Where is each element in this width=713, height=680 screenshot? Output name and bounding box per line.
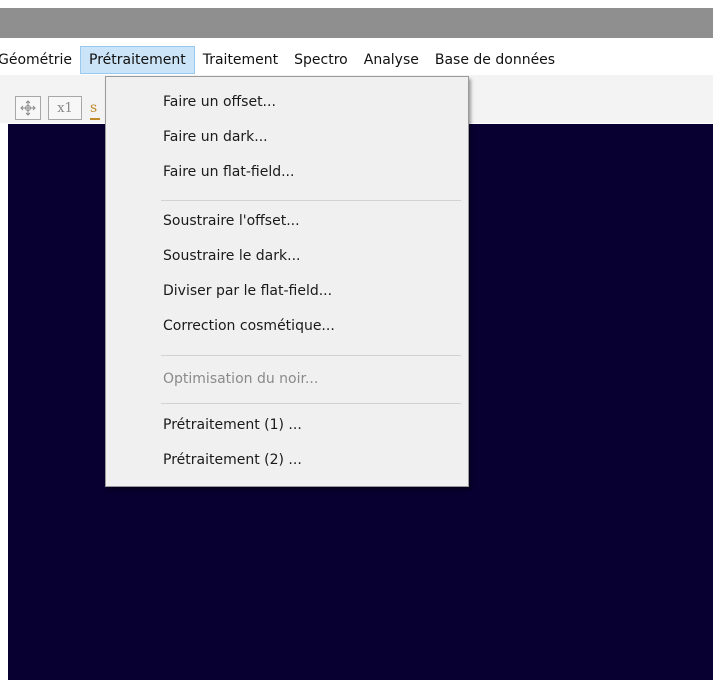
move-tool-button[interactable] xyxy=(15,96,41,120)
menu-traitement[interactable]: Traitement xyxy=(195,46,286,74)
menu-item-soustraire-offset[interactable]: Soustraire l'offset... xyxy=(163,213,300,229)
menu-separator xyxy=(161,355,461,356)
menu-item-faire-offset[interactable]: Faire un offset... xyxy=(163,94,276,110)
menu-analyse[interactable]: Analyse xyxy=(356,46,427,74)
menu-base-de-donnees[interactable]: Base de données xyxy=(427,46,563,74)
partial-tool-button[interactable]: s xyxy=(90,96,100,120)
menu-geometrie[interactable]: Géométrie xyxy=(0,46,80,74)
menu-spectro[interactable]: Spectro xyxy=(286,46,356,74)
menu-separator xyxy=(161,200,461,201)
menu-separator xyxy=(161,403,461,404)
title-bar xyxy=(0,0,713,38)
menu-item-pretraitement-1[interactable]: Prétraitement (1) ... xyxy=(163,417,302,433)
menu-pretraitement[interactable]: Prétraitement xyxy=(80,46,195,74)
pretraitement-dropdown-menu: Faire un offset... Faire un dark... Fair… xyxy=(105,76,469,487)
move-arrows-icon xyxy=(20,100,36,116)
menu-item-pretraitement-2[interactable]: Prétraitement (2) ... xyxy=(163,452,302,468)
title-strip xyxy=(0,8,713,38)
menu-item-faire-flat-field[interactable]: Faire un flat-field... xyxy=(163,164,294,180)
menu-item-faire-dark[interactable]: Faire un dark... xyxy=(163,129,268,145)
menu-item-diviser-flat-field[interactable]: Diviser par le flat-field... xyxy=(163,283,332,299)
menu-item-soustraire-dark[interactable]: Soustraire le dark... xyxy=(163,248,300,264)
menu-item-correction-cosmetique[interactable]: Correction cosmétique... xyxy=(163,318,335,334)
menu-bar: Géométrie Prétraitement Traitement Spect… xyxy=(0,46,713,74)
zoom-button[interactable]: x1 xyxy=(48,96,82,120)
menu-item-optimisation-noir: Optimisation du noir... xyxy=(163,371,319,387)
